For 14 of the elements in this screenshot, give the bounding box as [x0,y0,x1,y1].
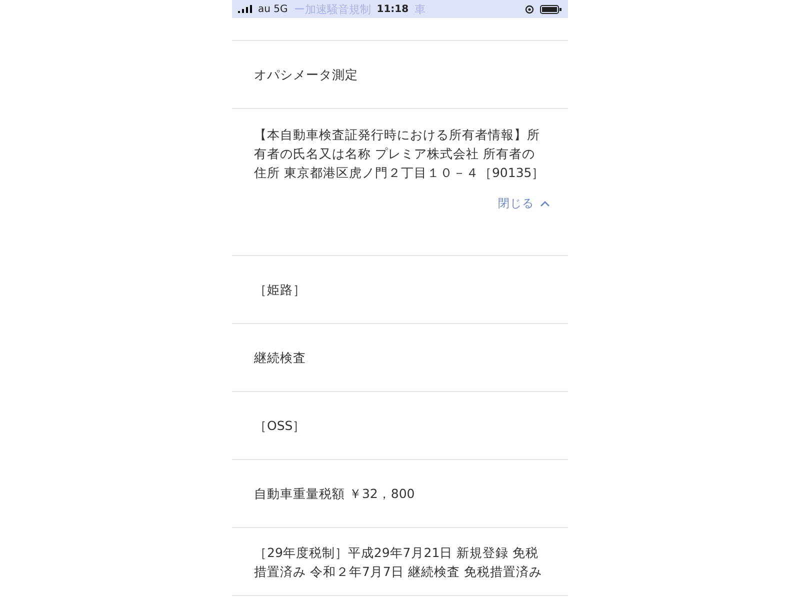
battery-icon [540,4,562,14]
carrier-label: au 5G [258,4,288,14]
list-item-text: 継続検査 [254,349,307,367]
location-icon [525,4,534,14]
signal-icon [238,5,252,13]
chevron-up-icon [540,200,550,206]
close-toggle[interactable]: 閉じる [498,196,550,211]
list-item-text: ［OSS］ [254,417,307,435]
clock-time: 11:18 [376,4,409,14]
list-item-text: ［29年度税制］平成29年7月21日 新規登録 免税措置済み 令和２年7月7日 継続検査 免税措置済み [254,544,543,580]
list-item-text: オパシメータ測定 [254,66,359,84]
owner-info-text: 【本自動車検査証発行時における所有者情報】所有者の氏名又は名称 プレミア株式会社 所有者の住所 東京都港区虎ノ門２丁目１０－４［90135］ [254,126,546,182]
list-item-text: 自動車重量税額 ￥32，800 [254,485,416,503]
list-item-text: ［姫路］ [254,281,307,299]
